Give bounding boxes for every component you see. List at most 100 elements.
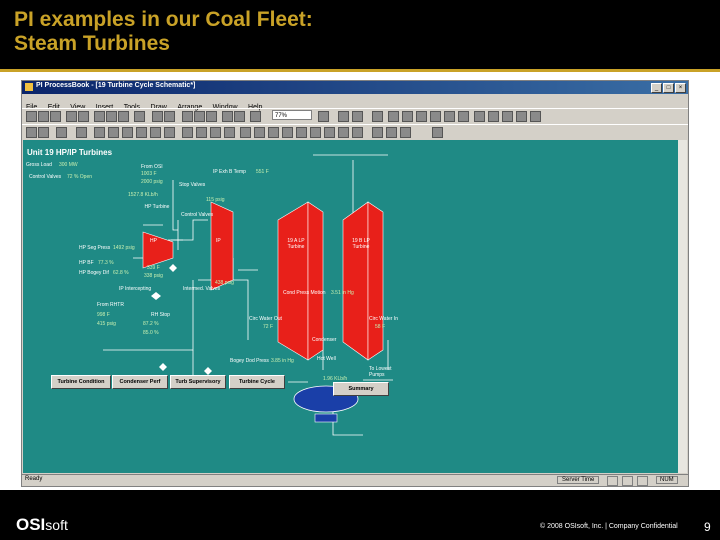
arc-icon[interactable] — [444, 111, 455, 122]
preview-icon[interactable] — [78, 111, 89, 122]
build-icon[interactable] — [164, 111, 175, 122]
copy-icon[interactable] — [106, 111, 117, 122]
button-tool-icon[interactable] — [530, 111, 541, 122]
align-icon[interactable] — [240, 127, 251, 138]
cond-press-value[interactable]: 3.51 in Hg — [331, 290, 354, 296]
rh-bogey-value[interactable]: 85.0 % — [143, 330, 159, 336]
from-osi-temp[interactable]: 1003 F — [141, 171, 157, 177]
color-icon[interactable] — [282, 127, 293, 138]
zoom-in-icon[interactable] — [150, 127, 161, 138]
forward-icon[interactable] — [136, 127, 147, 138]
zoom-select[interactable]: 77% — [272, 110, 312, 120]
back-icon[interactable] — [224, 127, 235, 138]
rotate-icon[interactable] — [254, 127, 265, 138]
cut-icon[interactable] — [94, 111, 105, 122]
trend-tool-icon[interactable] — [474, 111, 485, 122]
hp-bogey-value[interactable]: 62.8 % — [113, 270, 129, 276]
control-valves-value[interactable]: 72 % Open — [67, 174, 92, 180]
flip-icon[interactable] — [268, 127, 279, 138]
pointer-icon[interactable] — [338, 111, 349, 122]
undo-icon[interactable] — [134, 111, 145, 122]
new-icon[interactable] — [26, 111, 37, 122]
gross-load-value[interactable]: 300 MW — [59, 162, 78, 168]
hp-seg-value[interactable]: 1492 psig — [113, 245, 135, 251]
maximize-button[interactable]: □ — [663, 83, 674, 93]
rewind-icon[interactable] — [122, 127, 133, 138]
trend-icon[interactable] — [182, 111, 193, 122]
window-controls: _ □ × — [651, 83, 686, 93]
format-icon[interactable] — [432, 127, 443, 138]
stop-valve-symbol — [169, 264, 177, 272]
polygon-icon[interactable] — [430, 111, 441, 122]
window-titlebar[interactable]: PI ProcessBook - [19 Turbine Cycle Schem… — [22, 81, 688, 94]
ip-label: IP — [216, 238, 221, 244]
line-icon[interactable] — [372, 111, 383, 122]
bar-tool-icon[interactable] — [502, 111, 513, 122]
run-icon[interactable] — [152, 111, 163, 122]
display-canvas[interactable]: Unit 19 HP/IP Turbines Gross Load 300 MW… — [23, 140, 678, 473]
scroll-icon[interactable] — [352, 111, 363, 122]
lp-turbine-a-shape — [277, 201, 309, 361]
rectangle-icon[interactable] — [388, 111, 399, 122]
help-icon[interactable] — [318, 111, 329, 122]
ip-exh-temp-value[interactable]: 551 F — [256, 169, 269, 175]
vertical-scrollbar[interactable] — [678, 140, 687, 473]
rhtr-temp[interactable]: 998 F — [97, 312, 110, 318]
ip-pressure-value[interactable]: 115 psig — [206, 197, 225, 203]
underline-icon[interactable] — [352, 127, 363, 138]
hp-bf-value[interactable]: 77.3 % — [98, 260, 114, 266]
close-button[interactable]: × — [675, 83, 686, 93]
bogey-value[interactable]: 3.85 in Hg — [271, 358, 294, 364]
from-osi-pressure[interactable]: 2000 psig — [141, 179, 163, 185]
control-valve-symbol — [151, 292, 161, 300]
paste-icon[interactable] — [118, 111, 129, 122]
bold-icon[interactable] — [324, 127, 335, 138]
bar-icon[interactable] — [206, 111, 217, 122]
hand-icon[interactable] — [38, 127, 49, 138]
condenser-perf-button[interactable]: Condenser Perf — [112, 375, 168, 389]
summary-button[interactable]: Summary — [333, 382, 389, 396]
turb-supervisory-button[interactable]: Turb Supervisory — [170, 375, 226, 389]
rh-bf-value[interactable]: 87.2 % — [143, 321, 159, 327]
zoom-out-icon[interactable] — [164, 127, 175, 138]
open-icon[interactable] — [38, 111, 49, 122]
symbol-icon[interactable] — [458, 111, 469, 122]
refresh-icon[interactable] — [250, 111, 261, 122]
print-icon[interactable] — [66, 111, 77, 122]
italic-icon[interactable] — [338, 127, 349, 138]
rhtr-pressure[interactable]: 415 psig — [97, 321, 116, 327]
right-align-icon[interactable] — [400, 127, 411, 138]
window-title: PI ProcessBook - [19 Turbine Cycle Schem… — [36, 82, 196, 89]
props-icon[interactable] — [234, 111, 245, 122]
turbine-condition-button[interactable]: Turbine Condition — [51, 375, 111, 389]
hp-exhaust-pressure[interactable]: 338 psig — [144, 273, 163, 279]
stop-icon[interactable] — [94, 127, 105, 138]
value-icon[interactable] — [194, 111, 205, 122]
font-icon[interactable] — [310, 127, 321, 138]
turbine-cycle-button[interactable]: Turbine Cycle — [229, 375, 285, 389]
logo-main: OSI — [16, 515, 46, 534]
arrow-icon[interactable] — [26, 127, 37, 138]
fill-icon[interactable] — [76, 127, 87, 138]
xy-plot-icon[interactable] — [516, 111, 527, 122]
ungroup-icon[interactable] — [196, 127, 207, 138]
group-icon[interactable] — [182, 127, 193, 138]
ellipse-icon[interactable] — [416, 111, 427, 122]
steam-flow-value[interactable]: 1527.8 KLb/h — [128, 192, 158, 198]
hp-exhaust-temp[interactable]: 339 F — [147, 265, 160, 271]
value-tool-icon[interactable] — [488, 111, 499, 122]
circ-water-in-value[interactable]: 58 F — [375, 324, 385, 330]
pause-icon[interactable] — [108, 127, 119, 138]
layer-icon[interactable] — [56, 127, 67, 138]
save-icon[interactable] — [50, 111, 61, 122]
grid-icon[interactable] — [222, 111, 233, 122]
text-icon[interactable] — [402, 111, 413, 122]
line-color-icon[interactable] — [296, 127, 307, 138]
circ-water-out-value[interactable]: 72 F — [263, 324, 273, 330]
center-icon[interactable] — [386, 127, 397, 138]
ip-exhaust-pressure[interactable]: 438 psig — [215, 280, 234, 286]
front-icon[interactable] — [210, 127, 221, 138]
left-align-icon[interactable] — [372, 127, 383, 138]
minimize-button[interactable]: _ — [651, 83, 662, 93]
to-lowest-label: To Lowest Pumps — [369, 366, 392, 378]
